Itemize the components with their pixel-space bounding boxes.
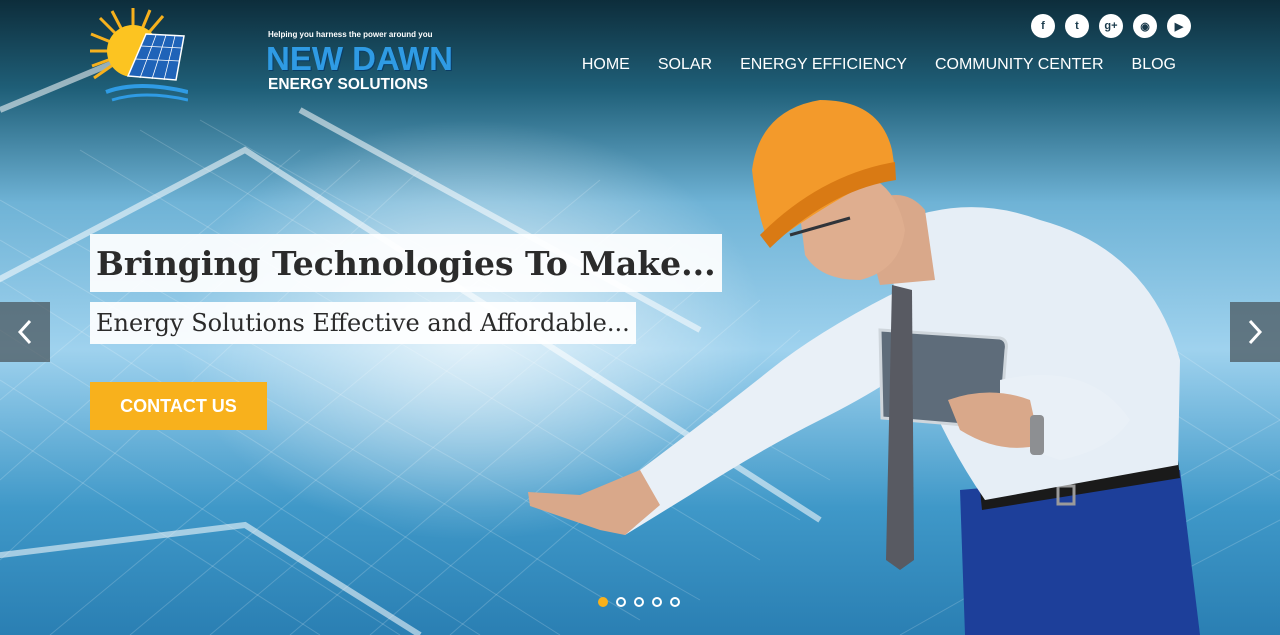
hero-headline-box: Bringing Technologies To Make... bbox=[90, 234, 722, 292]
twitter-icon[interactable]: t bbox=[1065, 14, 1089, 38]
hero-subheadline: Energy Solutions Effective and Affordabl… bbox=[96, 309, 630, 337]
hero-subheadline-box: Energy Solutions Effective and Affordabl… bbox=[90, 302, 636, 344]
logo-name: NEW DAWN bbox=[266, 40, 453, 77]
slide-dot-1[interactable] bbox=[598, 597, 608, 607]
facebook-icon[interactable]: f bbox=[1031, 14, 1055, 38]
next-slide-button[interactable] bbox=[1230, 302, 1280, 362]
slide-indicators bbox=[598, 597, 680, 607]
nav-energy-efficiency[interactable]: ENERGY EFFICIENCY bbox=[740, 56, 907, 74]
nav-blog[interactable]: BLOG bbox=[1132, 56, 1176, 74]
nav-community-center[interactable]: COMMUNITY CENTER bbox=[935, 56, 1104, 74]
main-nav: HOME SOLAR ENERGY EFFICIENCY COMMUNITY C… bbox=[582, 56, 1176, 74]
worker-illustration bbox=[528, 100, 1200, 635]
logo-tagline: Helping you harness the power around you bbox=[268, 30, 433, 39]
brand-logo[interactable]: Helping you harness the power around you… bbox=[88, 6, 453, 102]
previous-slide-button[interactable] bbox=[0, 302, 50, 362]
slide-dot-3[interactable] bbox=[634, 597, 644, 607]
google-plus-icon[interactable]: g+ bbox=[1099, 14, 1123, 38]
slide-dot-4[interactable] bbox=[652, 597, 662, 607]
chevron-left-icon bbox=[17, 319, 32, 345]
nav-solar[interactable]: SOLAR bbox=[658, 56, 712, 74]
contact-us-button[interactable]: CONTACT US bbox=[90, 382, 267, 430]
social-links: f t g+ ◉ ▶ bbox=[1031, 14, 1191, 38]
hero-headline: Bringing Technologies To Make... bbox=[96, 243, 716, 283]
youtube-icon[interactable]: ▶ bbox=[1167, 14, 1191, 38]
slide-dot-5[interactable] bbox=[670, 597, 680, 607]
slide-dot-2[interactable] bbox=[616, 597, 626, 607]
sun-panel-icon bbox=[90, 8, 188, 102]
hero-slider: Helping you harness the power around you… bbox=[0, 0, 1280, 635]
nav-home[interactable]: HOME bbox=[582, 56, 630, 74]
rss-icon[interactable]: ◉ bbox=[1133, 14, 1157, 38]
logo-subname: ENERGY SOLUTIONS bbox=[268, 76, 428, 93]
chevron-right-icon bbox=[1248, 319, 1263, 345]
